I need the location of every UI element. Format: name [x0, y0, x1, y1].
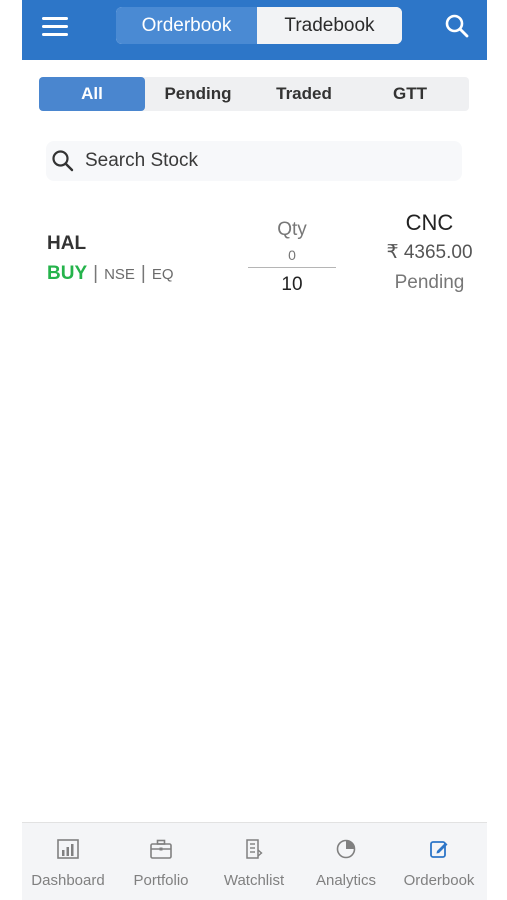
order-product: CNC	[405, 210, 454, 235]
hamburger-icon	[42, 17, 68, 20]
briefcase-icon	[150, 839, 172, 859]
menu-button[interactable]	[42, 15, 70, 37]
filter-tab-all[interactable]: All	[39, 77, 145, 111]
nav-item-orderbook[interactable]: Orderbook	[394, 838, 484, 896]
order-status: Pending	[394, 272, 465, 293]
pie-chart-icon	[336, 839, 356, 859]
top-bar: Orderbook Tradebook	[22, 0, 487, 60]
nav-item-watchlist[interactable]: Watchlist	[216, 838, 292, 896]
nav-label: Portfolio	[133, 872, 189, 889]
order-symbol: HAL	[47, 233, 87, 254]
filter-tab-pending[interactable]: Pending	[145, 77, 251, 111]
nav-label: Analytics	[315, 872, 377, 889]
nav-item-analytics[interactable]: Analytics	[310, 838, 382, 896]
filter-tab-gtt[interactable]: GTT	[357, 77, 463, 111]
order-details: CNC ₹ 4365.00 Pending	[372, 210, 487, 294]
search-field	[46, 141, 462, 181]
chart-icon	[57, 839, 79, 859]
divider: |	[93, 263, 99, 284]
order-filter-tabs: All Pending Traded GTT	[39, 77, 469, 111]
search-icon	[52, 150, 74, 172]
list-icon	[246, 839, 263, 859]
bottom-nav: Dashboard Portfolio Watchlist Analytics …	[22, 822, 487, 900]
order-exchange: NSE	[104, 266, 135, 283]
order-qty: Qty 0 10	[248, 219, 336, 296]
order-price: ₹ 4365.00	[386, 242, 473, 263]
book-toggle: Orderbook Tradebook	[116, 7, 402, 44]
total-qty: 10	[281, 274, 303, 295]
nav-label: Orderbook	[403, 872, 475, 889]
order-side: BUY	[47, 263, 88, 284]
filled-qty: 0	[288, 247, 296, 263]
qty-divider	[248, 267, 336, 268]
order-segment: EQ	[151, 266, 174, 283]
nav-label: Dashboard	[31, 872, 105, 889]
search-icon	[445, 14, 469, 38]
order-row[interactable]: HAL BUY | NSE | EQ Qty 0 10 CNC ₹ 4365.00 Pe…	[22, 205, 487, 305]
edit-icon	[430, 841, 448, 858]
tab-orderbook[interactable]: Orderbook	[116, 7, 257, 44]
nav-item-dashboard[interactable]: Dashboard	[28, 838, 108, 896]
filter-tab-traded[interactable]: Traded	[251, 77, 357, 111]
divider: |	[140, 263, 146, 284]
search-input[interactable]	[85, 150, 445, 172]
tab-tradebook[interactable]: Tradebook	[257, 7, 402, 44]
nav-item-portfolio[interactable]: Portfolio	[125, 838, 197, 896]
order-meta: BUY | NSE | EQ	[47, 263, 174, 285]
header-search-button[interactable]	[444, 13, 470, 39]
app: Orderbook Tradebook All Pending Traded G…	[22, 0, 487, 900]
qty-label: Qty	[277, 219, 307, 240]
nav-label: Watchlist	[223, 872, 285, 889]
